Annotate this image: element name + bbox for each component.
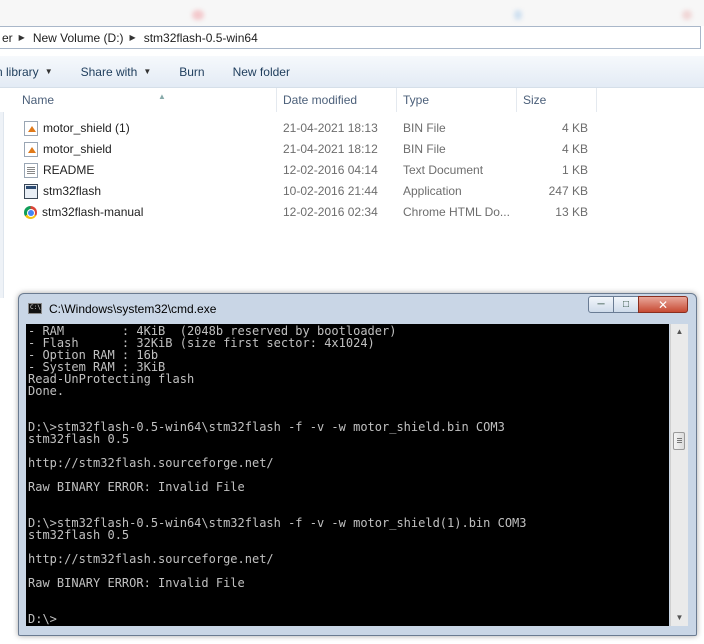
file-name: motor_shield	[43, 142, 112, 156]
include-in-library-button[interactable]: n library ▼	[0, 65, 67, 79]
column-name-label: Name	[22, 93, 55, 107]
file-name: motor_shield (1)	[43, 121, 130, 135]
chevron-down-icon: ▼	[143, 67, 152, 76]
console-output[interactable]: - RAM : 4KiB (2048b reserved by bootload…	[26, 324, 669, 626]
bin-file-icon	[24, 121, 38, 136]
bin-file-icon	[24, 142, 38, 157]
file-type: Text Document	[403, 163, 484, 177]
scroll-up-icon[interactable]: ▲	[671, 324, 688, 340]
minimize-button[interactable]: ─	[588, 296, 614, 313]
file-type: BIN File	[403, 121, 446, 135]
file-date: 12-02-2016 02:34	[283, 205, 378, 219]
chrome-icon	[24, 206, 37, 219]
file-size: 247 KB	[548, 184, 588, 198]
file-date: 21-04-2021 18:12	[283, 142, 378, 156]
console-text: - RAM : 4KiB (2048b reserved by bootload…	[28, 324, 527, 626]
file-size: 4 KB	[561, 142, 588, 156]
file-size: 1 KB	[561, 163, 588, 177]
column-size-label: Size	[523, 93, 547, 107]
new-folder-button[interactable]: New folder	[219, 65, 304, 79]
blurred-tab-marker	[682, 10, 692, 20]
file-name: README	[43, 163, 95, 177]
minimize-icon: ─	[597, 299, 605, 310]
file-row[interactable]: stm32flash 10-02-2016 21:44 Application …	[0, 181, 704, 202]
explorer-toolbar: n library ▼ Share with ▼ Burn New folder	[0, 56, 704, 88]
cmd-icon[interactable]	[28, 303, 42, 314]
file-size: 4 KB	[561, 121, 588, 135]
file-type: Chrome HTML Do...	[403, 205, 510, 219]
cmd-titlebar[interactable]: C:\Windows\system32\cmd.exe ─ □ ✕	[19, 294, 696, 324]
column-header-type[interactable]: Type	[397, 88, 517, 112]
breadcrumb-item[interactable]: New Volume (D:)	[29, 31, 130, 45]
file-size: 13 KB	[555, 205, 588, 219]
file-date: 12-02-2016 04:14	[283, 163, 378, 177]
sort-ascending-icon: ▲	[158, 92, 166, 101]
new-folder-label: New folder	[232, 64, 290, 79]
breadcrumb-arrow-icon[interactable]: ▶	[130, 33, 140, 42]
column-header-date[interactable]: Date modified	[277, 88, 397, 112]
breadcrumb-arrow-icon[interactable]: ▶	[19, 33, 29, 42]
window-top-strip	[0, 0, 704, 26]
chevron-down-icon: ▼	[44, 67, 53, 76]
vertical-scrollbar[interactable]: ▲ ▼	[670, 324, 688, 626]
burn-label: Burn	[179, 64, 205, 79]
file-row[interactable]: motor_shield (1) 21-04-2021 18:13 BIN Fi…	[0, 118, 704, 139]
share-with-button[interactable]: Share with ▼	[67, 65, 166, 79]
breadcrumb-item[interactable]: stm32flash-0.5-win64	[140, 31, 264, 45]
file-type: BIN File	[403, 142, 446, 156]
scroll-down-icon[interactable]: ▼	[671, 610, 688, 626]
file-row[interactable]: stm32flash-manual 12-02-2016 02:34 Chrom…	[0, 202, 704, 223]
file-row[interactable]: README 12-02-2016 04:14 Text Document 1 …	[0, 160, 704, 181]
close-button[interactable]: ✕	[638, 296, 688, 313]
cmd-window[interactable]: C:\Windows\system32\cmd.exe ─ □ ✕ - RAM …	[18, 293, 697, 636]
column-type-label: Type	[403, 93, 430, 107]
address-bar[interactable]: er ▶ New Volume (D:) ▶ stm32flash-0.5-wi…	[0, 26, 701, 49]
maximize-button[interactable]: □	[613, 296, 639, 313]
breadcrumb-item[interactable]: er	[0, 31, 19, 45]
cmd-title: C:\Windows\system32\cmd.exe	[49, 302, 217, 316]
file-row[interactable]: motor_shield 21-04-2021 18:12 BIN File 4…	[0, 139, 704, 160]
close-icon: ✕	[657, 297, 669, 312]
text-document-icon	[24, 163, 38, 178]
column-header-name[interactable]: Name ▲	[16, 88, 277, 112]
file-name: stm32flash-manual	[42, 205, 144, 219]
file-type: Application	[403, 184, 462, 198]
column-date-label: Date modified	[283, 93, 358, 107]
maximize-icon: □	[622, 299, 630, 310]
share-with-label: Share with	[80, 64, 138, 79]
column-header-size[interactable]: Size	[517, 88, 597, 112]
file-list: motor_shield (1) 21-04-2021 18:13 BIN Fi…	[0, 118, 704, 223]
burn-button[interactable]: Burn	[165, 65, 218, 79]
scrollbar-thumb[interactable]	[673, 432, 685, 450]
application-icon	[24, 184, 38, 199]
blurred-tab-marker	[514, 10, 522, 20]
include-in-library-label: n library	[0, 64, 39, 79]
file-name: stm32flash	[43, 184, 102, 198]
file-date: 21-04-2021 18:13	[283, 121, 378, 135]
file-date: 10-02-2016 21:44	[283, 184, 378, 198]
column-headers: Name ▲ Date modified Type Size	[0, 88, 704, 112]
blurred-tab-marker	[192, 10, 204, 20]
